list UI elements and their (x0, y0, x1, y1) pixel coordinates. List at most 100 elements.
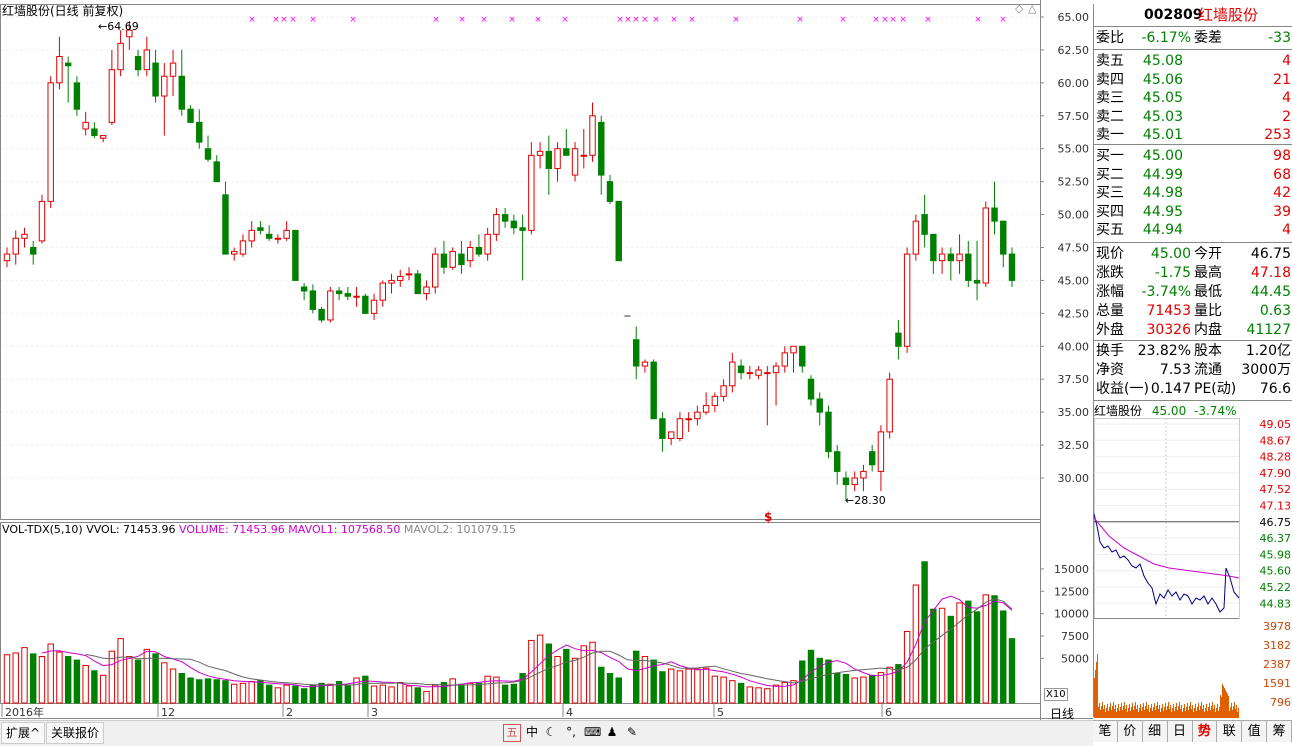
signal-marker: × (641, 15, 649, 25)
ask-row[interactable]: 卖五 45.08 4 (1094, 52, 1292, 71)
candle-up (938, 253, 946, 262)
related-quotes-button[interactable]: 关联报价 (46, 722, 105, 744)
volume-bar-down (134, 659, 142, 704)
ask-row[interactable]: 卖四 45.06 21 (1094, 71, 1292, 90)
expand-button[interactable]: 扩展^ (1, 722, 46, 744)
punctuation-icon[interactable]: °, (563, 724, 579, 740)
volume-bar-up (283, 684, 290, 704)
keyboard-icon[interactable]: ⌨ (584, 724, 601, 740)
signal-marker: × (999, 15, 1007, 25)
moon-icon[interactable]: ☾ (543, 724, 559, 740)
weibi-row: 委比 -6.17% 委差 -33 (1094, 29, 1292, 48)
quote-tab[interactable]: 联 (1217, 720, 1243, 742)
candle-up (720, 385, 727, 397)
weibi-label: 委比 (1096, 30, 1124, 46)
volume-bar-up (126, 656, 133, 704)
settings-icon[interactable]: ✎ (624, 724, 640, 740)
candle-down (309, 290, 317, 310)
candle-up (860, 470, 867, 479)
volume-tick-label: 10000 (1054, 608, 1089, 621)
user-icon[interactable]: ♟ (604, 724, 620, 740)
volume-bar-up (248, 681, 255, 704)
fundamental-label: 换手 (1096, 343, 1124, 359)
candle-up (746, 372, 754, 375)
candle-down (292, 229, 299, 281)
volume-bar-down (440, 681, 448, 704)
candle-down (1000, 220, 1007, 255)
quote-tab[interactable]: 值 (1242, 720, 1268, 742)
quote-tab[interactable]: 势 (1192, 720, 1218, 742)
stat-label: 内盘 (1194, 322, 1222, 338)
candle-up (580, 154, 587, 157)
volume-bar-down (265, 684, 273, 704)
candle-up (982, 207, 989, 284)
candle-up (21, 233, 28, 239)
candle-up (239, 240, 247, 255)
bid-volume: 39 (1273, 203, 1291, 220)
candle-up (231, 250, 238, 255)
bid-row[interactable]: 买五 44.94 4 (1094, 221, 1292, 240)
volume-bar-up (755, 687, 762, 704)
ask-label: 卖一 (1096, 127, 1124, 144)
intraday-mini-chart[interactable]: 49.05 48.67 48.28 47.90 47.52 47.13 46.75 46.37… (1094, 418, 1292, 718)
mini-price-tick: 44.83 (1260, 597, 1292, 610)
ask-row[interactable]: 卖一 45.01 253 (1094, 126, 1292, 145)
ask-row[interactable]: 卖三 45.05 4 (1094, 89, 1292, 108)
bid-row[interactable]: 买一 45.00 98 (1094, 147, 1292, 166)
stock-code: 002809 (1144, 7, 1203, 23)
volume-bar-up (47, 643, 54, 704)
candle-up (772, 365, 780, 374)
stat-value: 41127 (1246, 322, 1291, 338)
bid-row[interactable]: 买三 44.98 42 (1094, 184, 1292, 203)
candle-down (300, 286, 308, 292)
quote-tab[interactable]: 价 (1117, 720, 1143, 742)
main-chart-area[interactable]: 65.00 62.50 60.00 57.50 55.00 52.50 50.00 47.50… (0, 0, 1093, 720)
candle-down (921, 214, 928, 235)
quote-tab[interactable]: 筹 (1267, 720, 1292, 742)
volume-bar-up (423, 690, 430, 704)
quote-tab[interactable]: 笔 (1093, 720, 1118, 742)
volume-bar-up (327, 683, 334, 704)
stat-value: 0.63 (1259, 303, 1291, 319)
candle-down (973, 279, 981, 284)
quote-tab[interactable]: 细 (1142, 720, 1168, 742)
volume-bar-up (117, 638, 124, 704)
candle-down (318, 308, 325, 321)
price-tick-label: 52.50 (1058, 176, 1090, 189)
expand-diamond-icon[interactable]: ◇ (1015, 2, 1023, 15)
candle-down (633, 339, 640, 367)
stat-value: 30326 (1146, 322, 1191, 338)
scroll-up-icon[interactable]: △ (1028, 2, 1036, 15)
volume-bar-down (510, 683, 518, 704)
candle-down (737, 365, 745, 374)
volume-bar-up (274, 687, 282, 704)
bid-volume: 98 (1273, 148, 1291, 164)
signal-marker: × (280, 15, 288, 25)
candle-up (667, 431, 675, 439)
mini-price-tick: 49.05 (1260, 418, 1292, 431)
volume-bar-down (834, 673, 841, 704)
event-marker-icon[interactable]: $ (764, 510, 772, 524)
volume-bar-down (196, 679, 203, 704)
bid-row[interactable]: 买二 44.99 68 (1094, 166, 1292, 185)
volume-bar-down (930, 608, 937, 704)
quote-tab[interactable]: 日 (1167, 720, 1193, 742)
stat-value: 44.45 (1250, 284, 1291, 300)
price-tick-label: 62.50 (1058, 44, 1090, 57)
volume-bar-down (222, 680, 229, 704)
volume-bar-down (213, 679, 220, 704)
volume-bar-down (362, 675, 369, 704)
bid-row[interactable]: 买四 44.95 39 (1094, 203, 1292, 222)
ask-label: 卖四 (1096, 71, 1124, 88)
volume-legend: VOL-TDX(5,10) VVOL: 71453.96 VOLUME: 714… (2, 523, 516, 536)
five-level-icon[interactable]: 五 (503, 724, 521, 742)
signal-marker: × (561, 15, 569, 25)
price-tick-label: 40.00 (1058, 340, 1090, 353)
candle-down (30, 247, 37, 255)
quote-tab-bar: 笔价细日势联值筹 (1093, 720, 1292, 742)
candle-down (965, 253, 972, 281)
bid-label: 买五 (1096, 222, 1124, 239)
chinese-input-icon[interactable]: 中 (524, 724, 540, 740)
ask-row[interactable]: 卖二 45.03 2 (1094, 108, 1292, 127)
date-label: 2016年 (5, 705, 44, 719)
